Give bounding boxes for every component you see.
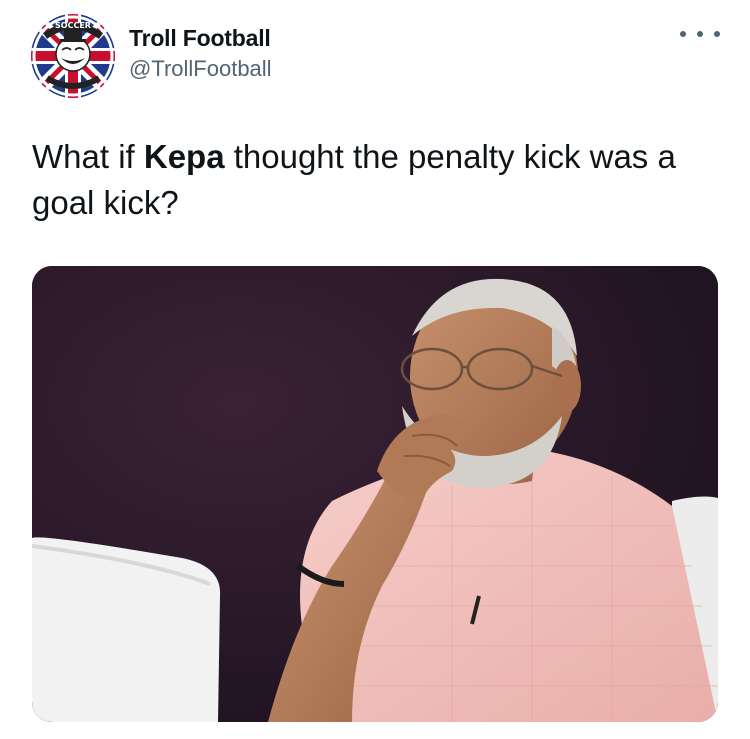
union-jack-troll-icon: SOCCER <box>31 14 115 98</box>
tweet-text: What if Kepa thought the penalty kick wa… <box>32 134 732 226</box>
man-thinking-photo-icon <box>32 266 718 722</box>
more-dot <box>697 31 703 37</box>
author-display-name[interactable]: Troll Football <box>129 25 271 52</box>
svg-text:SOCCER: SOCCER <box>55 21 91 30</box>
author-handle[interactable]: @TrollFootball <box>129 56 272 82</box>
more-dot <box>680 31 686 37</box>
more-options-icon[interactable] <box>680 22 720 46</box>
author-avatar[interactable]: SOCCER <box>31 14 115 98</box>
more-dot <box>714 31 720 37</box>
tweet-card[interactable]: SOCCER Troll Football @TrollFootball Wha… <box>0 0 750 739</box>
tweet-media-photo[interactable] <box>32 266 718 722</box>
tweet-text-before: What if <box>32 138 144 175</box>
tweet-text-bold: Kepa <box>143 138 225 175</box>
